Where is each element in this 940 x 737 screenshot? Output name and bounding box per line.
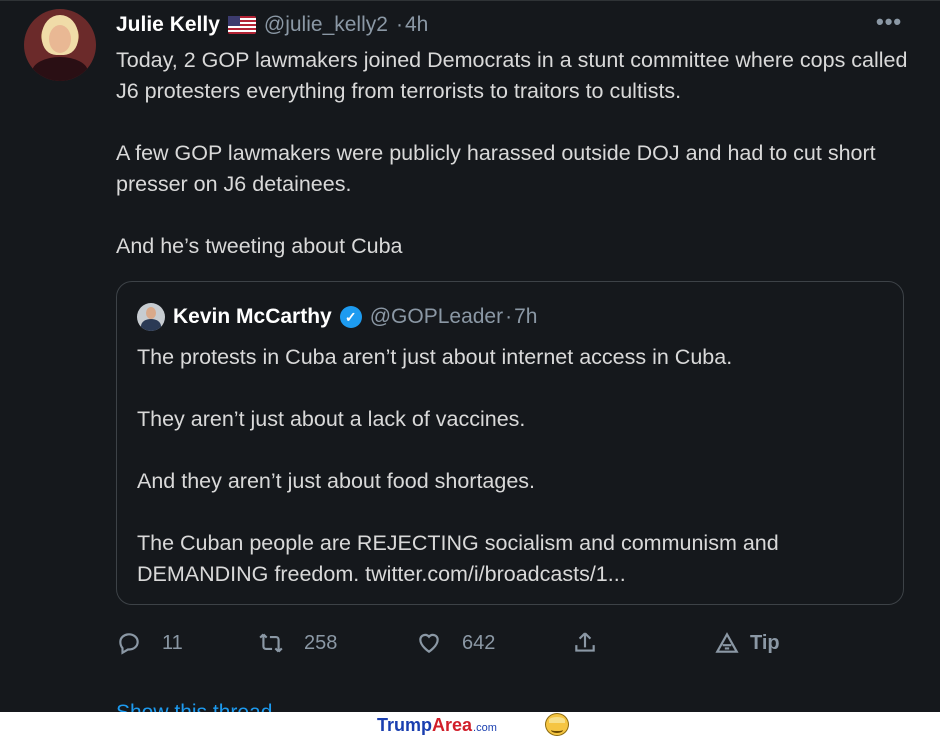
author-handle[interactable]: @julie_kelly2 <box>264 13 388 37</box>
tweet-card[interactable]: Julie Kelly @julie_kelly2 · 4h ••• Today… <box>0 0 940 713</box>
site-watermark: Trump Area .com <box>377 715 497 736</box>
author-name[interactable]: Julie Kelly <box>116 13 220 37</box>
quoted-author-avatar <box>137 303 165 331</box>
author-avatar[interactable] <box>24 9 96 81</box>
heart-icon <box>419 633 439 653</box>
reply-icon <box>119 633 139 655</box>
quoted-paragraph: They aren’t just about a lack of vaccine… <box>137 407 526 431</box>
quoted-timestamp: 7h <box>514 305 538 328</box>
tweet-paragraph: And he’s tweeting about Cuba <box>116 234 403 258</box>
share-button[interactable] <box>572 625 598 661</box>
tweet-paragraph: Today, 2 GOP lawmakers joined Democrats … <box>116 48 908 103</box>
verified-badge-icon: ✓ <box>339 306 362 328</box>
like-count: 642 <box>462 631 496 654</box>
us-flag-icon <box>227 16 256 34</box>
watermark-face-icon <box>545 713 569 736</box>
like-button[interactable]: 642 <box>416 625 495 661</box>
avatar-shirt <box>32 57 88 81</box>
tip-button[interactable]: Tip <box>714 625 780 661</box>
tweet-timestamp[interactable]: 4h <box>405 13 428 37</box>
quoted-paragraph: The Cuban people are REJECTING socialism… <box>137 531 779 586</box>
share-icon <box>575 632 595 652</box>
tweet-header: Julie Kelly @julie_kelly2 · 4h <box>116 11 428 39</box>
quoted-tweet-header: Kevin McCarthy ✓ @GOPLeader · 7h <box>137 302 537 332</box>
retweet-button[interactable]: 258 <box>258 625 337 661</box>
tip-icon <box>715 632 739 653</box>
watermark-part-3: .com <box>473 722 497 734</box>
header-separator: · <box>395 13 403 36</box>
retweet-count: 258 <box>304 631 338 654</box>
quoted-author-handle: @GOPLeader <box>369 305 504 328</box>
quoted-tweet[interactable]: Kevin McCarthy ✓ @GOPLeader · 7h The pro… <box>116 281 904 605</box>
avatar-face <box>49 25 71 53</box>
reply-count: 11 <box>162 631 183 654</box>
watermark-bar: Trump Area .com <box>0 712 940 737</box>
reply-button[interactable]: 11 <box>116 625 183 661</box>
retweet-icon <box>259 633 283 653</box>
watermark-part-1: Trump <box>377 715 433 735</box>
tip-label: Tip <box>750 631 780 654</box>
watermark-part-2: Area <box>432 715 473 735</box>
quoted-tweet-body: The protests in Cuba aren’t just about i… <box>137 342 877 621</box>
quoted-author-name: Kevin McCarthy <box>173 305 332 328</box>
quoted-header-separator: · <box>505 305 513 328</box>
tweet-paragraph: A few GOP lawmakers were publicly harass… <box>116 141 876 196</box>
tweet-actions-bar: 11 258 642 Tip <box>116 625 906 661</box>
quoted-paragraph: And they aren’t just about food shortage… <box>137 469 536 493</box>
quoted-paragraph: The protests in Cuba aren’t just about i… <box>137 345 733 369</box>
more-options-icon[interactable]: ••• <box>876 9 902 35</box>
tweet-body: Today, 2 GOP lawmakers joined Democrats … <box>116 45 916 293</box>
